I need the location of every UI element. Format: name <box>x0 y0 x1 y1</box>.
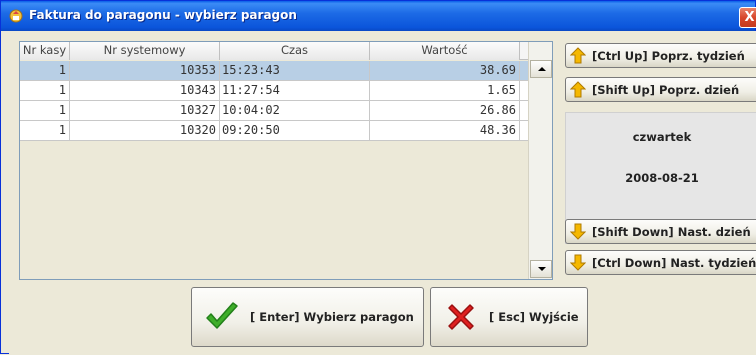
cell-nr-systemowy: 10343 <box>70 81 220 100</box>
column-header-nr-systemowy[interactable]: Nr systemowy <box>70 42 220 60</box>
cell-czas: 10:04:02 <box>220 101 370 120</box>
cell-czas: 11:27:54 <box>220 81 370 100</box>
dialog-window: Faktura do paragonu - wybierz paragon X … <box>0 0 756 355</box>
cell-czas: 15:23:43 <box>220 61 370 80</box>
prev-day-label: [Shift Up] Poprz. dzień <box>592 82 740 97</box>
close-button[interactable]: X <box>739 7 756 28</box>
next-week-label: [Ctrl Down] Nast. tydzień <box>592 255 756 270</box>
exit-button[interactable]: [ Esc] Wyjście <box>430 287 588 347</box>
cell-nr-kasy: 1 <box>20 121 70 140</box>
next-day-label: [Shift Down] Nast. dzień <box>592 224 751 239</box>
prev-week-label: [Ctrl Up] Poprz. tydzień <box>592 48 745 63</box>
cell-nr-systemowy: 10353 <box>70 61 220 80</box>
cell-nr-kasy: 1 <box>20 101 70 120</box>
cell-nr-kasy: 1 <box>20 61 70 80</box>
next-week-button[interactable]: [Ctrl Down] Nast. tydzień <box>565 250 756 275</box>
cross-icon <box>448 304 474 330</box>
cell-wartosc: 26.86 <box>370 101 520 120</box>
scroll-up-arrow-icon[interactable] <box>530 60 552 78</box>
next-day-button[interactable]: [Shift Down] Nast. dzień <box>565 219 756 244</box>
receipts-table: Nr kasy Nr systemowy Czas Wartość 1 1035… <box>19 41 553 280</box>
prev-day-button[interactable]: [Shift Up] Poprz. dzień <box>565 77 756 102</box>
table-row[interactable]: 1 10320 09:20:50 48.36 <box>20 121 528 141</box>
cell-wartosc: 1.65 <box>370 81 520 100</box>
column-header-wartosc[interactable]: Wartość <box>370 42 520 60</box>
dialog-content: Nr kasy Nr systemowy Czas Wartość 1 1035… <box>9 31 756 355</box>
arrow-up-icon <box>570 47 586 64</box>
cell-nr-systemowy: 10320 <box>70 121 220 140</box>
app-icon <box>9 9 23 23</box>
cell-nr-systemowy: 10327 <box>70 101 220 120</box>
select-receipt-button[interactable]: [ Enter] Wybierz paragon <box>191 287 424 347</box>
cell-czas: 09:20:50 <box>220 121 370 140</box>
cell-wartosc: 48.36 <box>370 121 520 140</box>
column-header-czas[interactable]: Czas <box>220 42 370 60</box>
weekday-label: czwartek <box>632 130 692 144</box>
arrow-up-icon <box>570 81 586 98</box>
title-bar[interactable]: Faktura do paragonu - wybierz paragon X <box>1 1 756 31</box>
cell-nr-kasy: 1 <box>20 81 70 100</box>
exit-label: [ Esc] Wyjście <box>489 310 579 324</box>
cell-wartosc: 38.69 <box>370 61 520 80</box>
select-receipt-label: [ Enter] Wybierz paragon <box>250 310 414 324</box>
checkmark-icon <box>206 302 238 329</box>
scroll-down-arrow-icon[interactable] <box>530 260 552 278</box>
date-label: 2008-08-21 <box>625 171 699 185</box>
table-header: Nr kasy Nr systemowy Czas Wartość <box>20 42 528 60</box>
arrow-down-icon <box>570 223 586 240</box>
table-row[interactable]: 1 10343 11:27:54 1.65 <box>20 81 528 101</box>
column-header-nr-kasy[interactable]: Nr kasy <box>20 42 70 60</box>
table-row[interactable]: 1 10353 15:23:43 38.69 <box>20 61 528 81</box>
vertical-scrollbar[interactable] <box>528 42 552 279</box>
arrow-down-icon <box>570 254 586 271</box>
table-row[interactable]: 1 10327 10:04:02 26.86 <box>20 101 528 121</box>
close-icon: X <box>744 10 755 25</box>
window-title: Faktura do paragonu - wybierz paragon <box>29 8 297 22</box>
prev-week-button[interactable]: [Ctrl Up] Poprz. tydzień <box>565 43 756 68</box>
table-body: 1 10353 15:23:43 38.69 1 10343 11:27:54 … <box>20 61 528 141</box>
